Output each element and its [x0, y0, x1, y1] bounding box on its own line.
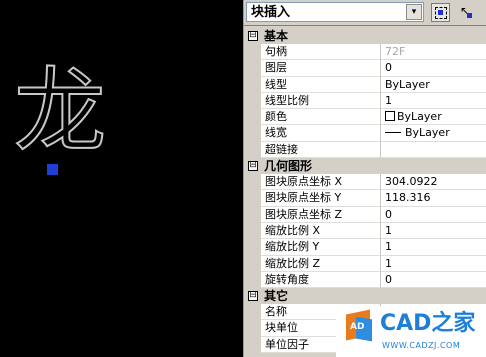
property-value-color[interactable]: ByLayer: [381, 109, 486, 126]
property-name: 缩放比例 X: [261, 222, 381, 240]
property-value[interactable]: 1: [381, 255, 486, 272]
color-swatch-icon: [385, 111, 395, 122]
collapse-icon[interactable]: ⊟: [248, 31, 258, 41]
logo-title: CAD之家: [380, 311, 476, 336]
dragon-glyph-block[interactable]: 龙: [13, 65, 107, 159]
lineweight-sample-icon: [385, 132, 401, 134]
section-geometry-header[interactable]: ⊟ 几何图形: [244, 158, 486, 175]
property-row-layer[interactable]: 图层 0: [244, 60, 486, 77]
property-name: 旋转角度: [261, 271, 381, 289]
property-row-hyperlink[interactable]: 超链接: [244, 141, 486, 159]
property-name: 超链接: [261, 141, 381, 159]
property-name: 缩放比例 Z: [261, 255, 381, 272]
property-value: 72F: [381, 44, 486, 61]
logo-badge: AD: [350, 322, 365, 332]
logo-url: WWW.CADZJ.COM: [382, 341, 461, 350]
property-row-lineweight[interactable]: 线宽 ByLayer: [244, 125, 486, 142]
property-value[interactable]: 1: [381, 222, 486, 240]
section-title: 基本: [264, 29, 289, 43]
cad-cube-icon: AD: [342, 309, 376, 344]
property-row-scale-x[interactable]: 缩放比例 X 1: [244, 222, 486, 240]
property-row-color[interactable]: 颜色 ByLayer: [244, 109, 486, 126]
property-value[interactable]: 0: [381, 206, 486, 223]
collapse-icon[interactable]: ⊟: [248, 161, 258, 172]
property-name: 缩放比例 Y: [261, 239, 381, 256]
property-grid: ⊟ 基本 句柄 72F 图层 0 线型 ByLayer 线型比例 1 颜色 By: [244, 28, 486, 354]
properties-toolbar: 块插入 ▾ ↖: [244, 0, 486, 26]
collapse-icon[interactable]: ⊟: [248, 291, 258, 302]
properties-panel: 块插入 ▾ ↖ ⊟ 基本 句柄 72F 图层 0 线型 ByLayer 线型比例…: [243, 0, 486, 357]
section-title: 几何图形: [264, 159, 313, 174]
property-value: ByLayer: [405, 126, 450, 140]
property-row-linetype-scale[interactable]: 线型比例 1: [244, 92, 486, 110]
quick-select-icon[interactable]: [431, 3, 450, 22]
property-value[interactable]: 1: [381, 239, 486, 256]
property-name: 图块原点坐标 Z: [261, 206, 381, 223]
property-name: 颜色: [261, 109, 381, 126]
insertion-grip[interactable]: [47, 164, 58, 175]
property-row-origin-z[interactable]: 图块原点坐标 Z 0: [244, 206, 486, 223]
property-row-origin-y[interactable]: 图块原点坐标 Y 118.316: [244, 190, 486, 207]
property-name: 句柄: [261, 44, 381, 61]
property-row-handle[interactable]: 句柄 72F: [244, 44, 486, 61]
section-title: 其它: [264, 289, 289, 304]
section-other-header[interactable]: ⊟ 其它: [244, 288, 486, 305]
section-basic-header[interactable]: ⊟ 基本: [244, 28, 486, 44]
property-value[interactable]: 0: [381, 60, 486, 77]
property-value[interactable]: 0: [381, 271, 486, 289]
property-name: 线型比例: [261, 92, 381, 110]
object-type-value: 块插入: [251, 5, 291, 20]
property-name: 图层: [261, 60, 381, 77]
property-value[interactable]: 118.316: [381, 190, 486, 207]
chevron-down-icon[interactable]: ▾: [406, 4, 422, 20]
property-row-scale-y[interactable]: 缩放比例 Y 1: [244, 239, 486, 256]
property-name: 图块原点坐标 X: [261, 174, 381, 191]
property-value[interactable]: ByLayer: [381, 76, 486, 93]
property-value[interactable]: [381, 141, 486, 159]
property-value[interactable]: 304.0922: [381, 174, 486, 191]
property-row-origin-x[interactable]: 图块原点坐标 X 304.0922: [244, 174, 486, 191]
property-name: 线型: [261, 76, 381, 93]
object-type-select[interactable]: 块插入 ▾: [246, 2, 424, 22]
property-row-linetype[interactable]: 线型 ByLayer: [244, 76, 486, 93]
property-value: ByLayer: [397, 110, 442, 124]
property-value-lineweight[interactable]: ByLayer: [381, 125, 486, 142]
drawing-canvas[interactable]: 龙: [0, 0, 243, 357]
select-objects-icon[interactable]: ↖: [456, 3, 475, 22]
property-name: 图块原点坐标 Y: [261, 190, 381, 207]
property-row-rotation[interactable]: 旋转角度 0: [244, 271, 486, 289]
property-name: 线宽: [261, 125, 381, 142]
property-row-scale-z[interactable]: 缩放比例 Z 1: [244, 255, 486, 272]
watermark-logo: AD CAD之家 WWW.CADZJ.COM: [336, 306, 486, 357]
property-value[interactable]: 1: [381, 92, 486, 110]
